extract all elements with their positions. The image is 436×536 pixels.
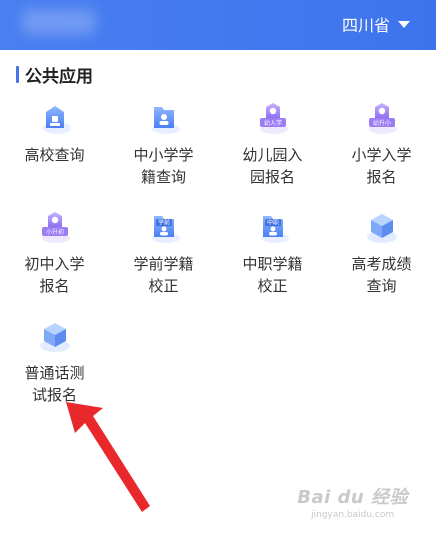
vocational-record-icon: 中职 <box>253 207 293 247</box>
section-heading: 公共应用 <box>16 64 93 87</box>
blurred-header-title <box>22 9 96 35</box>
app-label: 初中入学 报名 <box>24 255 85 295</box>
app-label: 中小学学 籍查询 <box>133 146 194 186</box>
baidu-watermark: Bai du 经验 jingyan.baidu.com <box>297 483 408 520</box>
app-tile-mandarin-test-enroll[interactable]: 普通话测 试报名 <box>0 310 109 419</box>
primary-school-badge-icon: 幼升小 <box>362 98 402 138</box>
badge-label: 幼升小 <box>372 119 390 127</box>
chevron-down-icon <box>398 20 410 28</box>
student-record-icon <box>144 98 184 138</box>
app-tile-primary-school-enroll[interactable]: 幼升小 小学入学 报名 <box>327 92 436 201</box>
app-label: 幼儿园入 园报名 <box>242 146 303 186</box>
badge-label: 学前 <box>157 219 169 227</box>
cube-icon <box>35 316 75 356</box>
app-label: 学前学籍 校正 <box>133 255 194 295</box>
university-icon <box>35 98 75 138</box>
app-tile-gaokao-score-query[interactable]: 高考成绩 查询 <box>327 201 436 310</box>
app-grid: 高校查询 中小学学 籍查询 幼入学 幼儿园入 园报名 幼升小 小学入学 报名 小… <box>0 92 436 419</box>
app-tile-student-record-query[interactable]: 中小学学 籍查询 <box>109 92 218 201</box>
badge-label: 小升初 <box>45 228 63 236</box>
app-tile-middle-school-enroll[interactable]: 小升初 初中入学 报名 <box>0 201 109 310</box>
province-selector[interactable]: 四川省 <box>342 12 410 36</box>
cube-icon <box>362 207 402 247</box>
app-label: 小学入学 报名 <box>351 146 412 186</box>
preschool-record-icon: 学前 <box>144 207 184 247</box>
section-accent-bar <box>16 65 19 83</box>
top-header: 四川省 <box>0 0 436 50</box>
middle-school-badge-icon: 小升初 <box>35 207 75 247</box>
app-label: 高考成绩 查询 <box>351 255 412 295</box>
province-label: 四川省 <box>341 16 390 35</box>
app-label: 高校查询 <box>24 146 85 164</box>
app-tile-university-query[interactable]: 高校查询 <box>0 92 109 201</box>
public-apps-section: 公共应用 高校查询 中小学学 籍查询 幼入学 幼儿园入 园报名 幼升小 小学入学… <box>0 50 436 536</box>
badge-label: 幼入学 <box>263 119 281 127</box>
app-tile-vocational-record-correction[interactable]: 中职 中职学籍 校正 <box>218 201 327 310</box>
watermark-url: jingyan.baidu.com <box>311 510 395 520</box>
app-tile-kindergarten-enroll[interactable]: 幼入学 幼儿园入 园报名 <box>218 92 327 201</box>
watermark-brand: Bai du 经验 <box>297 487 408 508</box>
section-title: 公共应用 <box>25 66 93 87</box>
app-label: 中职学籍 校正 <box>242 255 303 295</box>
badge-label: 中职 <box>266 219 278 227</box>
kindergarten-badge-icon: 幼入学 <box>253 98 293 138</box>
app-tile-preschool-record-correction[interactable]: 学前 学前学籍 校正 <box>109 201 218 310</box>
app-label: 普通话测 试报名 <box>24 364 85 404</box>
